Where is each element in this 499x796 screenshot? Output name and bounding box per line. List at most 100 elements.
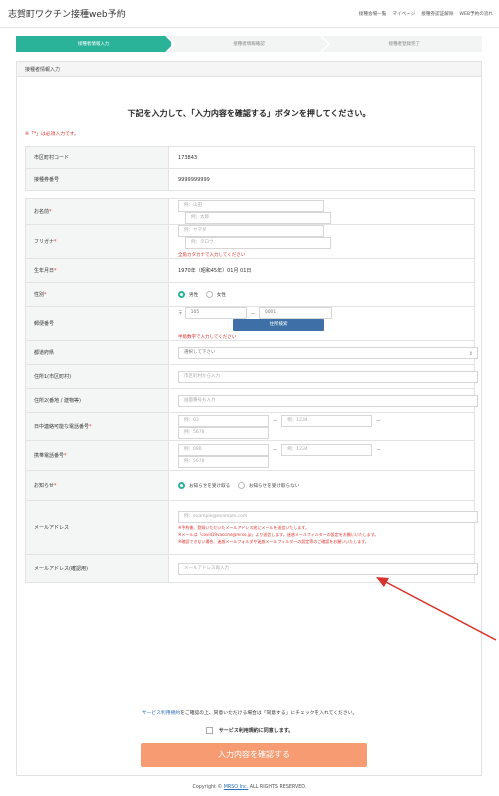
address-search-button[interactable]: 住所検索 [233,319,324,331]
nav-mypage[interactable]: マイページ [392,11,415,17]
confirm-submit-button[interactable]: 入力内容を確認する [141,743,367,767]
daytime-phone-part3-input[interactable]: 例：5678 [178,426,269,439]
required-mark: * [49,209,52,215]
prefecture-select-value: 選択して下さい [184,349,216,355]
label-email-confirm: メールアドレス(確認用) [25,554,169,583]
terms-instruction: をご確認の上、同意いただける場合は「同意する」にチェックを入れてください。 [180,711,358,716]
row-municipality-code: 市区町村コード 173843 [25,146,475,169]
row-gender: 性別* 男性 女性 [25,282,475,307]
label-mobile-phone: 携帯電話番号* [25,440,169,471]
daytime-phone-part2-input[interactable]: 例：1234 [281,414,373,427]
nav-unlink-ticket[interactable]: 接種券認証解除 [421,11,453,17]
ticket-number-value: 9999999999 [168,168,475,191]
nav-venues[interactable]: 接種会場一覧 [359,11,387,17]
company-link[interactable]: MRSO Inc. [224,785,248,790]
label-ticket-number: 接種券番号 [25,168,169,191]
step-confirm: 接種者情報確認 [171,36,327,52]
required-mark: * [64,453,67,459]
step-complete: 接種者登録完了 [326,36,482,52]
gender-male-label[interactable]: 男性 [189,293,198,298]
terms-text: サービス利用規約をご確認の上、同意いただける場合は「同意する」にチェックを入れて… [0,709,499,716]
gender-female-label[interactable]: 女性 [217,293,226,298]
row-daytime-phone: 日中連絡可能な電話番号* 例：03 − 例：1234 − 例：5678 [25,412,475,441]
mobile-phone-part2-input[interactable]: 例：1234 [281,443,373,456]
row-prefecture: 都道府県 選択して下さい ⇕ [25,340,478,365]
mobile-phone-part3-input[interactable]: 例：5678 [178,455,269,468]
separator: − [375,417,381,424]
nav-flow[interactable]: WEB予約の流れ [459,11,493,17]
email-note-3: ※確認できない場合、迷惑メールフォルダや迷惑メールフィルターの設定等のご確認をお… [178,538,369,544]
agree-checkbox[interactable] [205,727,213,734]
row-furigana: フリガナ* 例：ヤマダ 例：タロウ 全角カタカナで入力してください [25,224,475,259]
mobile-phone-part1-input[interactable]: 例：090 [178,443,269,456]
label-gender-text: 性別 [34,292,45,298]
top-nav: 接種会場一覧 マイページ 接種券認証解除 WEB予約の流れ [359,11,493,17]
last-name-input[interactable]: 例：山田 [178,199,324,212]
label-notifications: お知らせ* [25,470,169,501]
row-notifications: お知らせ* お知らせを受け取る お知らせを受け取らない [25,470,475,501]
terms-link[interactable]: サービス利用規約 [142,711,180,716]
step-input: 接種者情報入力 [16,36,172,52]
required-mark: * [54,268,57,274]
address1-input[interactable]: 市区町村から入力 [178,370,478,383]
row-mobile-phone: 携帯電話番号* 例：090 − 例：1234 − 例：5678 [25,440,475,471]
required-mark: * [53,483,57,489]
label-address2: 住所2(番地 / 建物等) [25,388,169,413]
label-furigana: フリガナ* [25,224,169,259]
required-mark: * [44,292,47,298]
label-birthdate-text: 生年月日 [34,268,55,274]
required-note: ※「*」は必須入力です。 [25,132,79,137]
notify-yes-radio[interactable] [178,482,185,489]
agree-label[interactable]: サービス利用規約に同意します。 [219,728,294,734]
separator: − [250,309,256,317]
gender-female-radio[interactable] [205,291,213,298]
intro-text: 下記を入力して、「入力内容を確認する」ボタンを押してください。 [127,109,371,118]
required-mark: * [89,424,92,430]
email-confirm-input[interactable]: メールアドレス再入力 [178,562,478,575]
copyright-suffix: ALL RIGHTS RESERVED. [248,785,307,790]
notify-no-label[interactable]: お知らせを受け取らない [249,484,299,489]
postal-code-part2-input[interactable]: 0001 [258,307,332,319]
prefecture-select[interactable]: 選択して下さい ⇕ [178,346,478,359]
label-daytime-phone-text: 日中連絡可能な電話番号 [34,424,90,430]
label-mobile-phone-text: 携帯電話番号 [34,453,65,459]
spacer [25,190,475,199]
postal-code-part1-input[interactable]: 105 [184,307,247,319]
postal-prefix: 〒 [178,310,184,317]
row-email: メールアドレス 例：example@example.com ※予約後、登録いただ… [25,500,478,555]
email-input[interactable]: 例：example@example.com [178,510,478,523]
email-note-1: ※予約後、登録いただいたメールアドレス宛にメールを送信いたします。 [178,524,309,530]
address2-input[interactable]: 画面番号も入力 [178,394,478,407]
email-note-2: ※メールは「covid19vaccine@mrso.jp」より送信します。迷惑メ… [178,531,379,537]
first-name-kana-input[interactable]: 例：タロウ [185,237,331,249]
row-ticket-number: 接種券番号 9999999999 [25,168,475,191]
notify-no-radio[interactable] [237,482,245,489]
copyright-prefix: Copyright © [192,785,224,790]
agree-row: サービス利用規約に同意します。 [0,727,499,734]
daytime-phone-part1-input[interactable]: 例：03 [178,414,269,427]
last-name-kana-input[interactable]: 例：ヤマダ [178,225,324,237]
separator: − [272,446,278,453]
label-gender: 性別* [25,282,169,307]
required-mark: * [54,239,57,245]
label-address1: 住所1(市区町村) [25,364,169,389]
row-name: お名前* 例：山田 例：太郎 [25,198,475,225]
row-postal: 郵便番号 〒 105 − 0001 住所検索 半角数字で入力してください [25,306,475,341]
site-title[interactable]: 志賀町ワクチン接種web予約 [8,7,126,20]
label-notifications-text: お知らせ [34,483,54,489]
first-name-input[interactable]: 例：太郎 [185,211,331,224]
site-header: 志賀町ワクチン接種web予約 接種会場一覧 マイページ 接種券認証解除 WEB予… [0,0,499,28]
label-postal: 郵便番号 [25,306,169,341]
row-address1: 住所1(市区町村) 市区町村から入力 [25,364,478,389]
notify-yes-label[interactable]: お知らせを受け取る [189,484,230,489]
postal-hint: 半角数字で入力してください [178,335,237,340]
label-email: メールアドレス [25,500,169,555]
birthdate-value: 1970年（昭和45年）01月 01日 [168,258,475,283]
label-furigana-text: フリガナ [34,239,55,245]
separator: − [375,446,381,453]
gender-male-radio[interactable] [178,291,185,298]
form-card: 接種者情報入力 下記を入力して、「入力内容を確認する」ボタンを押してください。 … [16,61,482,776]
municipality-code-value: 173843 [168,146,475,169]
footer-copyright: Copyright © MRSO Inc. ALL RIGHTS RESERVE… [0,785,499,790]
row-address2: 住所2(番地 / 建物等) 画面番号も入力 [25,388,478,413]
